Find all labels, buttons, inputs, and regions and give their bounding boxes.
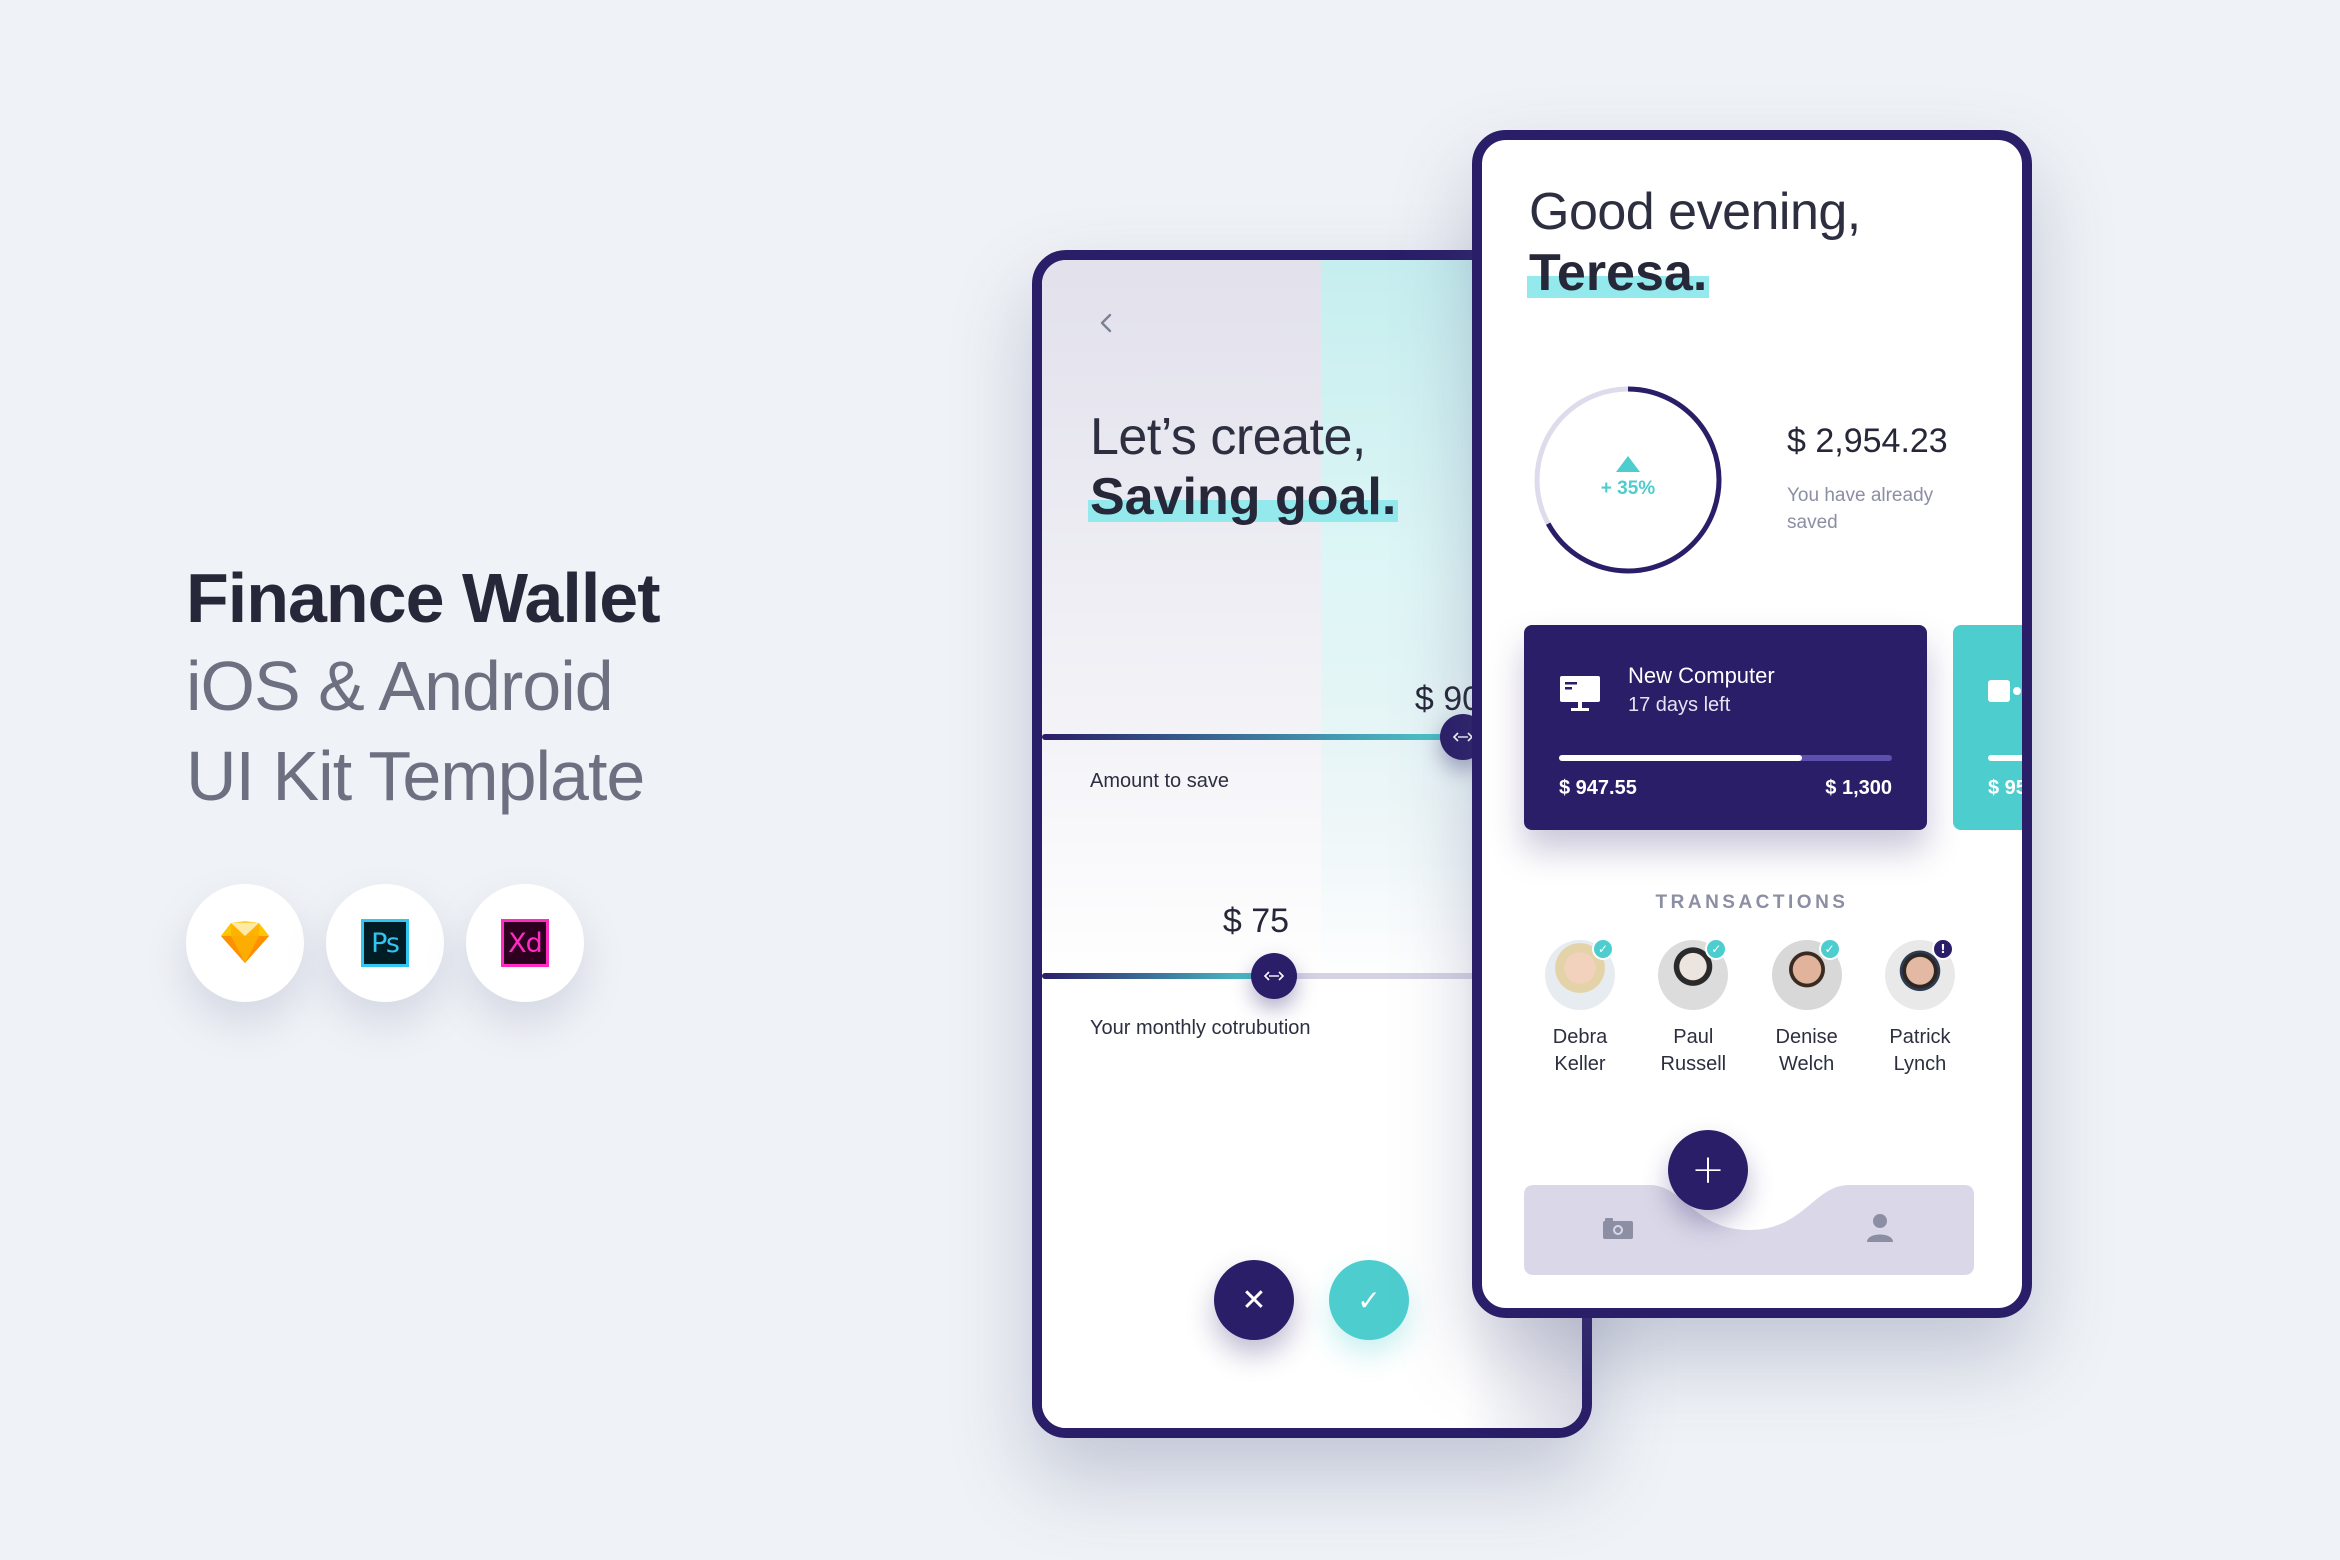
first-name: Denise	[1775, 1026, 1838, 1048]
first-name: Paul	[1673, 1026, 1714, 1048]
monthly-value: $ 75	[1222, 902, 1290, 940]
goal-progress-fill	[1559, 755, 1803, 761]
goal-target: $ 1,300	[1825, 777, 1892, 799]
video-camera-icon	[1988, 680, 2010, 702]
trend-up-icon	[1616, 456, 1640, 472]
plus-icon: +	[1691, 1147, 1725, 1193]
saved-amount: $ 2,954.23	[1787, 422, 1948, 460]
chevron-left-icon	[1100, 313, 1112, 333]
heading-bold: Saving goal.	[1088, 468, 1399, 526]
heading-light: Let’s create,	[1090, 408, 1366, 466]
xd-icon: Xd	[501, 919, 549, 967]
transaction-item[interactable]: ✓ Paul Russell	[1637, 938, 1749, 1078]
transaction-name: Debra Keller	[1553, 1024, 1607, 1078]
promo-title: Finance Wallet	[186, 559, 661, 637]
goal-saved: $ 95	[1988, 777, 2027, 799]
drag-arrows-icon	[1264, 971, 1285, 981]
monitor-icon	[1560, 676, 1600, 711]
amount-slider-fill	[1042, 734, 1464, 740]
drag-arrows-icon	[1453, 732, 1474, 742]
goal-progress-bar	[1559, 755, 1892, 761]
first-name: Patrick	[1889, 1026, 1951, 1048]
goal-card-new-computer[interactable]: New Computer 17 days left $ 947.55 $ 1,3…	[1524, 625, 1927, 830]
saving-goal-heading: Let’s create, Saving goal.	[1088, 406, 1399, 526]
close-icon: ✕	[1241, 1282, 1267, 1318]
tool-xd: Xd	[466, 884, 584, 1002]
completed-badge-icon: ✓	[1592, 938, 1614, 960]
monthly-slider-thumb[interactable]	[1251, 953, 1298, 999]
completed-badge-icon: ✓	[1705, 938, 1728, 960]
promo-subtitle-1: iOS & Android	[186, 647, 614, 725]
goal-saved: $ 947.55	[1559, 777, 1637, 799]
user-icon[interactable]	[1864, 1212, 1896, 1244]
transaction-name: Patrick Lynch	[1889, 1024, 1950, 1078]
tool-photoshop: Ps	[326, 884, 444, 1002]
last-name: Russell	[1660, 1053, 1727, 1075]
amount-label: Amount to save	[1090, 770, 1229, 792]
sketch-diamond-icon	[221, 921, 269, 963]
transaction-item[interactable]: ✓ Denise Welch	[1751, 938, 1863, 1078]
greeting-text: Good evening,	[1529, 183, 1861, 241]
cancel-button[interactable]: ✕	[1214, 1260, 1294, 1340]
back-button[interactable]	[1092, 308, 1122, 338]
goal-days-left: 17 days left	[1628, 694, 1731, 716]
goal-name: New Computer	[1628, 663, 1775, 688]
monthly-label: Your monthly cotrubution	[1090, 1017, 1311, 1039]
user-name: Teresa.	[1527, 244, 1710, 302]
bottom-nav	[1524, 1185, 1974, 1275]
change-percent: + 35%	[1600, 478, 1656, 499]
completed-badge-icon: ✓	[1818, 938, 1841, 960]
monthly-slider-fill	[1042, 973, 1275, 979]
add-button[interactable]: +	[1668, 1130, 1748, 1210]
check-icon: ✓	[1357, 1283, 1381, 1317]
photoshop-icon: Ps	[361, 919, 409, 967]
greeting-heading: Good evening, Teresa.	[1527, 180, 1861, 302]
tool-badges: Ps Xd	[186, 884, 584, 1002]
confirm-button[interactable]: ✓	[1329, 1260, 1409, 1340]
transaction-item[interactable]: ✓ Debra Keller	[1524, 938, 1636, 1078]
last-name: Lynch	[1893, 1053, 1947, 1075]
transactions-title: TRANSACTIONS	[1655, 892, 1849, 913]
ring-center: + 35%	[1533, 385, 1723, 575]
camera-icon[interactable]	[1601, 1215, 1637, 1243]
promo-block: Finance Wallet iOS & Android UI Kit Temp…	[186, 556, 661, 822]
last-name: Welch	[1779, 1053, 1835, 1075]
heading-bold-text: Saving goal.	[1090, 468, 1397, 526]
video-camera-lens	[2013, 687, 2021, 695]
transactions-list: ✓ Debra Keller ✓ Paul Russell ✓ Denise W…	[1524, 938, 1976, 1078]
saved-label: You have already saved	[1787, 485, 1934, 533]
first-name: Debra	[1552, 1026, 1608, 1048]
tool-sketch	[186, 884, 304, 1002]
dashboard-phone: Good evening, Teresa. + 35% $ 2,954.23 Y…	[1472, 130, 2032, 1318]
promo-subtitle-2: UI Kit Template	[186, 737, 645, 815]
transaction-name: Paul Russell	[1661, 1024, 1727, 1078]
goal-card-2[interactable]: $ 95	[1953, 625, 2027, 830]
transaction-name: Denise Welch	[1776, 1024, 1838, 1078]
transaction-item[interactable]: ! Patrick Lynch	[1864, 938, 1976, 1078]
last-name: Keller	[1554, 1053, 1606, 1075]
pending-badge-icon: !	[1931, 938, 1954, 960]
goal-progress-bar	[1988, 755, 2022, 761]
user-name-text: Teresa.	[1529, 244, 1708, 302]
